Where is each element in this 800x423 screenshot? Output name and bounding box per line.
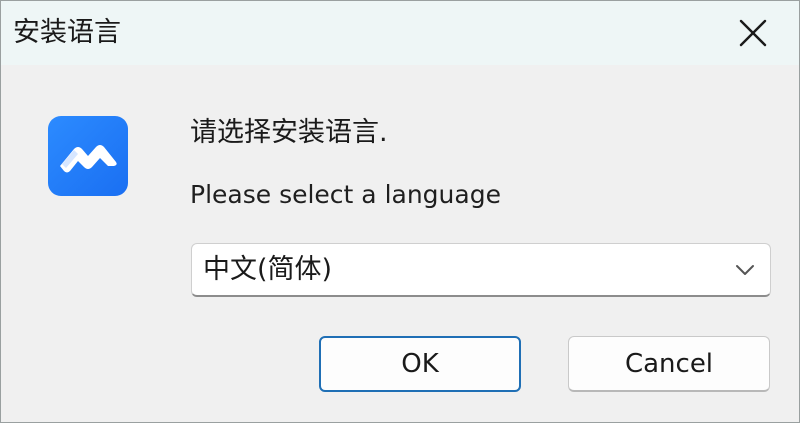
- app-logo-icon: [48, 116, 128, 196]
- chevron-down-icon: [734, 262, 756, 278]
- installer-language-dialog: 安装语言 请选择安装语言. Please select a language 中…: [0, 0, 800, 423]
- prompt-chinese: 请选择安装语言.: [190, 117, 388, 148]
- close-icon: [738, 18, 768, 48]
- language-select-value: 中文(简体): [203, 254, 333, 285]
- language-select[interactable]: 中文(简体): [191, 243, 771, 297]
- ok-button[interactable]: OK: [319, 336, 521, 392]
- prompt-english: Please select a language: [190, 180, 501, 209]
- window-title: 安装语言: [13, 17, 121, 48]
- cancel-button[interactable]: Cancel: [568, 336, 770, 392]
- title-bar: 安装语言: [1, 1, 799, 65]
- close-button[interactable]: [707, 1, 799, 65]
